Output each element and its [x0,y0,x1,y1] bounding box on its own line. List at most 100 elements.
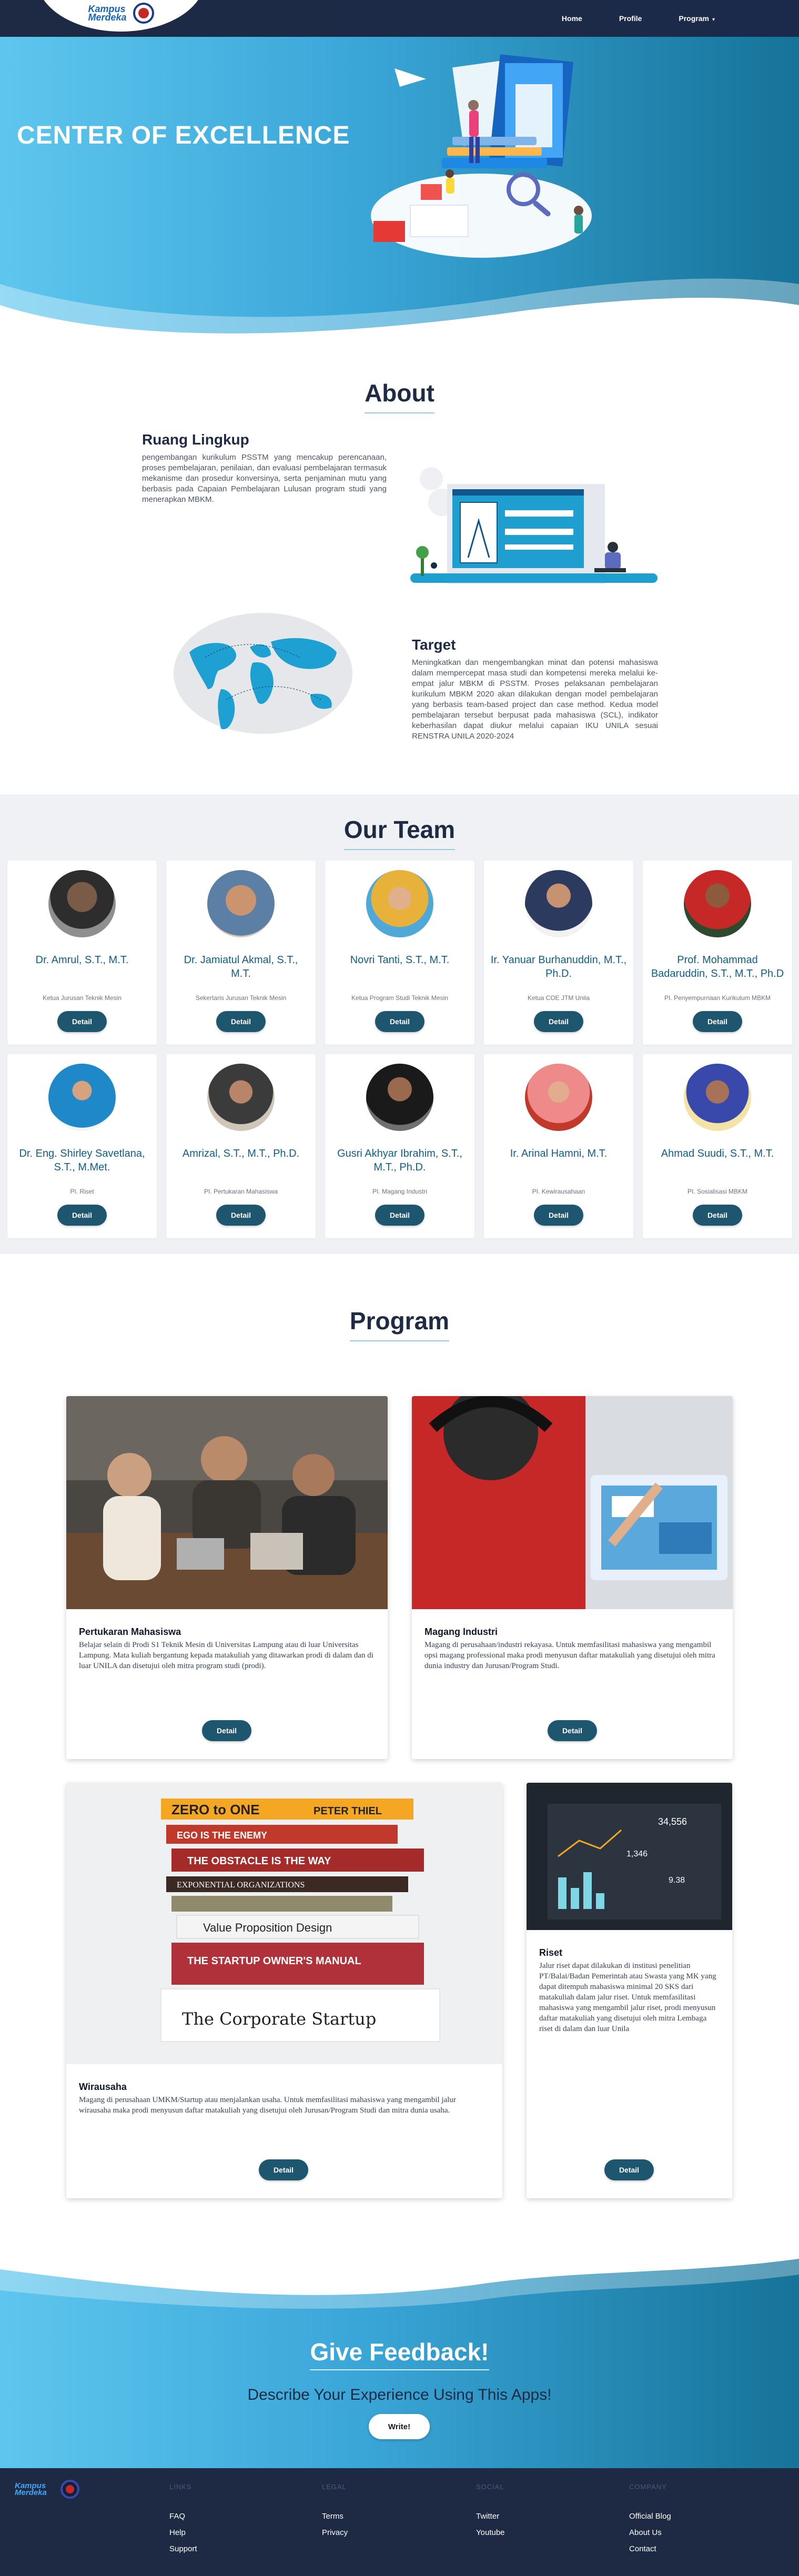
team-member-card: Dr. Eng. Shirley Savetlana, S.T., M.Met.… [7,1054,157,1238]
team-member-card: Dr. Amrul, S.T., M.T. Ketua Jurusan Tekn… [7,861,157,1045]
member-name: Novri Tanti, S.T., M.T. [350,954,450,966]
member-role: Ketua Program Studi Teknik Mesin [351,994,448,1002]
book-title-zero-to-one: ZERO to ONE [171,1802,260,1817]
detail-button[interactable]: Detail [216,1205,266,1226]
about-title-wrap: About [0,379,799,413]
footer-university-seal-icon [60,2480,79,2499]
nav-profile[interactable]: Profile [619,14,642,23]
footer-link-terms[interactable]: Terms [322,2512,348,2521]
team-member-card: Ir. Yanuar Burhanuddin, M.T., Ph.D. Ketu… [484,861,633,1045]
feedback-subtitle: Describe Your Experience Using This Apps… [247,2386,552,2403]
detail-button[interactable]: Detail [548,1720,597,1741]
member-role: Sekertaris Jurusan Teknik Mesin [195,994,287,1002]
member-avatar [684,870,751,937]
footer-col-social: SOCIAL Twitter Youtube [476,2483,505,2544]
member-avatar [525,1064,592,1131]
detail-button[interactable]: Detail [693,1011,742,1032]
program-title-wrap: Program [0,1307,799,1341]
footer-col-heading: COMPANY [629,2483,667,2491]
startup-books-photo: ZERO to ONE PETER THIEL EGO IS THE ENEMY… [66,1783,502,2064]
nav-home[interactable]: Home [562,14,582,23]
footer-col-links: LINKS FAQ Help Support [169,2483,197,2561]
navbar: Kampus Merdeka Home Profile Program ▾ [0,0,799,37]
target-text: Meningkatkan dan mengembangkan minat dan… [412,658,658,741]
footer-link-privacy[interactable]: Privacy [322,2528,348,2537]
detail-button[interactable]: Detail [202,1720,251,1741]
program-card-pertukaran: Pertukaran Mahasiswa Belajar selain di P… [66,1396,388,1759]
detail-button[interactable]: Detail [259,2159,308,2180]
logo-container[interactable]: Kampus Merdeka [37,0,205,32]
program-card-body: Pertukaran Mahasiswa Belajar selain di P… [66,1612,388,1671]
detail-button[interactable]: Detail [216,1011,266,1032]
nav-links: Home Profile Program ▾ [562,0,715,37]
book-title-corporate-startup: The Corporate Startup [182,2009,376,2029]
program-card-text: Magang di perusahaan UMKM/Startup atau m… [79,2096,456,2115]
team-member-card: Ahmad Suudi, S.T., M.T. PI. Sosialisasi … [643,1054,792,1238]
member-name: Gusri Akhyar Ibrahim, S.T., M.T., Ph.D. [337,1148,462,1173]
book-title-value-proposition: Value Proposition Design [203,1921,332,1934]
hero-title: CENTER OF EXCELLENCE [17,122,350,149]
book-title-ego: EGO IS THE ENEMY [177,1830,267,1841]
ruang-lingkup-heading: Ruang Lingkup [142,431,249,448]
footer-kampus-merdeka-logo: Kampus Merdeka [15,2481,47,2497]
program-card-riset: 34,556 1,346 9.38 Riset Jalur riset dapa… [527,1783,732,2198]
footer-link-faq[interactable]: FAQ [169,2512,197,2521]
program-card-magang: Magang Industri Magang di perusahaan/ind… [412,1396,733,1759]
target-heading: Target [412,637,456,653]
team-section: Our Team Dr. Amrul, S.T., M.T. Ketua Jur… [0,794,799,1254]
detail-button[interactable]: Detail [534,1011,583,1032]
footer-link-help[interactable]: Help [169,2528,197,2537]
footer-link-about[interactable]: About Us [629,2528,671,2537]
detail-button[interactable]: Detail [604,2159,654,2180]
program-card-text: Belajar selain di Prodi S1 Teknik Mesin … [79,1641,373,1670]
detail-button[interactable]: Detail [57,1011,107,1032]
detail-button[interactable]: Detail [57,1205,107,1226]
detail-button[interactable]: Detail [534,1205,583,1226]
member-role: PI. Riset [70,1188,94,1195]
footer-link-blog[interactable]: Official Blog [629,2512,671,2521]
feedback-wave-decoration [0,2243,799,2309]
footer-link-youtube[interactable]: Youtube [476,2528,505,2537]
world-map-illustration [174,613,352,734]
member-avatar [366,870,433,937]
kampus-merdeka-logo: Kampus Merdeka [88,4,127,23]
member-avatar [207,870,275,937]
team-grid: Dr. Amrul, S.T., M.T. Ketua Jurusan Tekn… [0,850,799,1238]
analytics-dashboard-photo: 34,556 1,346 9.38 [527,1783,732,1930]
footer: Kampus Merdeka LINKS FAQ Help Support LE… [0,2468,799,2576]
member-name: Dr. Amrul, S.T., M.T. [35,954,129,966]
program-card-title: Pertukaran Mahasiswa [79,1627,181,1637]
footer-col-heading: SOCIAL [476,2483,504,2491]
program-card-title: Riset [539,1947,563,1958]
program-title: Program [349,1307,450,1341]
member-name: Dr. Eng. Shirley Savetlana, S.T., M.Met. [19,1148,145,1173]
member-name: Ir. Yanuar Burhanuddin, M.T., Ph.D. [490,954,627,979]
footer-logo[interactable]: Kampus Merdeka [15,2480,79,2499]
team-member-card: Novri Tanti, S.T., M.T. Ketua Program St… [325,861,474,1045]
feedback-title-wrap: Give Feedback! [0,2338,799,2370]
nav-program[interactable]: Program ▾ [679,14,715,23]
person-headphones-photo [412,1396,733,1609]
footer-col-company: COMPANY Official Blog About Us Contact [629,2483,671,2561]
detail-button[interactable]: Detail [375,1011,424,1032]
detail-button[interactable]: Detail [693,1205,742,1226]
footer-link-twitter[interactable]: Twitter [476,2512,505,2521]
university-seal-icon [133,3,154,24]
member-avatar [48,870,116,937]
hero-wave-decoration [0,278,799,342]
footer-link-support[interactable]: Support [169,2544,197,2553]
team-member-card: Dr. Jamiatul Akmal, S.T., M.T. Sekertari… [166,861,316,1045]
feedback-title: Give Feedback! [310,2338,489,2370]
write-feedback-button[interactable]: Write! [369,2414,430,2439]
member-avatar [684,1064,751,1131]
program-section: Program Pertukaran Mahasiswa Belajar sel… [0,1254,799,2243]
ruang-lingkup-text: pengembangan kurikulum PSSTM yang mencak… [142,453,387,504]
detail-button[interactable]: Detail [375,1205,424,1226]
feedback-section: Give Feedback! Describe Your Experience … [0,2243,799,2468]
team-member-card: Amrizal, S.T., M.T., Ph.D. PI. Pertukara… [166,1054,316,1238]
chevron-down-icon: ▾ [712,17,715,23]
hero-section: CENTER OF EXCELLENCE [0,37,799,342]
footer-link-contact[interactable]: Contact [629,2544,671,2553]
book-title-exponential: EXPONENTIAL ORGANIZATIONS [177,1881,305,1890]
dashboard-stat-2: 1,346 [626,1850,648,1858]
